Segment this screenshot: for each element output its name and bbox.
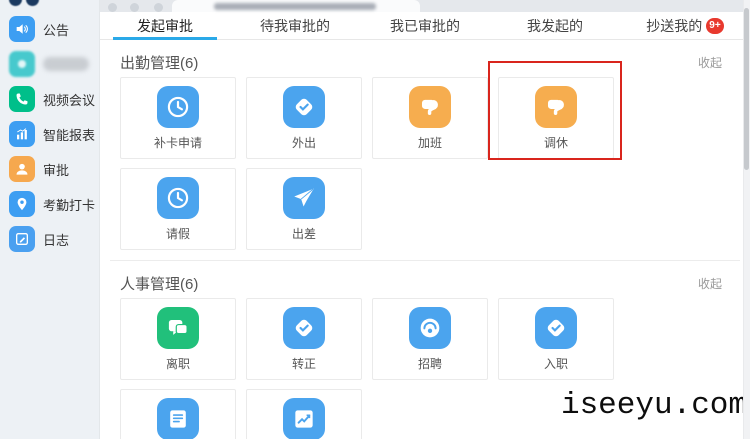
blurred-icon <box>9 51 35 77</box>
bar-chart-icon <box>9 121 35 147</box>
section-divider <box>110 260 740 261</box>
card-recruitment[interactable]: 招聘 <box>372 298 488 380</box>
section-title: 人事管理(6) <box>120 275 199 293</box>
tab-approved-by-me[interactable]: 我已审批的 <box>360 12 490 39</box>
card-salary-adjustment[interactable]: 薪资调整申请 <box>246 389 362 439</box>
sidebar-item-journal[interactable]: 日志 <box>0 226 99 252</box>
headset-icon <box>409 306 451 349</box>
sidebar-item-label: 公告 <box>43 22 70 38</box>
card-label: 调休 <box>543 135 568 150</box>
tab-label: 发起审批 <box>137 17 193 34</box>
card-business-trip[interactable]: 出差 <box>246 168 362 250</box>
collapse-link[interactable]: 收起 <box>698 54 722 71</box>
chart-up-icon <box>283 397 325 439</box>
sidebar-item-label: 智能报表 <box>43 127 96 143</box>
tab-label: 我发起的 <box>527 17 583 34</box>
tab-label: 我已审批的 <box>390 17 460 34</box>
sidebar: 公告 视频会议 智能报表 审批 考勤打卡 日志 <box>0 0 100 439</box>
card-onboarding[interactable]: 入职 <box>498 298 614 380</box>
tab-pending-my-approval[interactable]: 待我审批的 <box>230 12 360 39</box>
app-window: 公告 视频会议 智能报表 审批 考勤打卡 日志 发起审批 待我审批的 我已审批的… <box>0 0 750 439</box>
document-icon <box>157 397 199 439</box>
refresh-button[interactable] <box>154 3 163 12</box>
card-label: 请假 <box>165 226 190 241</box>
sidebar-item-blurred-app[interactable] <box>0 51 99 77</box>
card-going-out[interactable]: 外出 <box>246 77 362 159</box>
approval-tabbar: 发起审批 待我审批的 我已审批的 我发起的 抄送我的 9+ <box>100 12 750 40</box>
sidebar-item-label: 日志 <box>43 232 70 248</box>
tab-label: 抄送我的 <box>646 17 703 34</box>
sidebar-list: 公告 视频会议 智能报表 审批 考勤打卡 日志 <box>0 0 99 252</box>
section-title: 出勤管理(6) <box>120 54 199 72</box>
card-label: 入职 <box>543 356 568 371</box>
sidebar-item-label: 考勤打卡 <box>43 197 96 213</box>
card-resignation[interactable]: 离职 <box>120 298 236 380</box>
window-top-bar <box>100 0 750 12</box>
tab-label: 待我审批的 <box>260 17 330 34</box>
forward-button[interactable] <box>130 3 139 12</box>
video-call-icon <box>9 86 35 112</box>
card-regularization[interactable]: 转正 <box>246 298 362 380</box>
collapse-link[interactable]: 收起 <box>698 275 722 292</box>
card-label: 出差 <box>291 226 316 241</box>
clock-icon <box>157 176 199 219</box>
sidebar-item-approval[interactable]: 审批 <box>0 156 99 182</box>
sidebar-item-label: 视频会议 <box>43 92 96 108</box>
scrollbar-thumb[interactable] <box>744 8 749 170</box>
section-header: 出勤管理(6) 收起 <box>100 53 750 72</box>
tab-initiated-by-me[interactable]: 我发起的 <box>490 12 620 39</box>
chat-icon <box>157 306 199 349</box>
card-label: 招聘 <box>417 356 442 371</box>
watermark-text: iseeyu.com <box>560 388 747 423</box>
card-label: 补卡申请 <box>153 135 202 150</box>
journal-icon <box>9 226 35 252</box>
unread-badge: 9+ <box>706 17 724 34</box>
location-pin-icon <box>9 191 35 217</box>
main-panel: 发起审批 待我审批的 我已审批的 我发起的 抄送我的 9+ iseeyu.com… <box>100 12 750 439</box>
person-icon <box>9 156 35 182</box>
card-leave-request[interactable]: 请假 <box>120 168 236 250</box>
fist-icon <box>535 85 577 128</box>
content-area: iseeyu.com 出勤管理(6) 收起 补卡申请 外出 加班 调休 请假 出… <box>100 40 750 439</box>
sidebar-item-smart-reports[interactable]: 智能报表 <box>0 121 99 147</box>
section-header: 人事管理(6) 收起 <box>100 274 750 293</box>
blurred-label <box>43 57 89 71</box>
window-tab[interactable] <box>172 0 420 12</box>
sidebar-item-video-conference[interactable]: 视频会议 <box>0 86 99 112</box>
card-overtime[interactable]: 加班 <box>372 77 488 159</box>
plane-icon <box>283 176 325 219</box>
fist-icon <box>409 85 451 128</box>
tab-initiate-approval[interactable]: 发起审批 <box>100 12 230 39</box>
clock-icon <box>157 85 199 128</box>
card-compensatory-leave[interactable]: 调休 <box>498 77 614 159</box>
tab-cc-to-me[interactable]: 抄送我的 9+ <box>620 12 750 39</box>
sidebar-item-attendance[interactable]: 考勤打卡 <box>0 191 99 217</box>
vertical-scrollbar[interactable] <box>743 0 750 439</box>
section: 出勤管理(6) 收起 补卡申请 外出 加班 调休 请假 出差 <box>100 53 750 250</box>
card-new-salary-approval[interactable]: 新员工薪资核准 <box>120 389 236 439</box>
card-grid: 补卡申请 外出 加班 调休 请假 出差 <box>100 71 630 250</box>
card-card-replacement[interactable]: 补卡申请 <box>120 77 236 159</box>
speaker-icon <box>9 16 35 42</box>
window-tab-title-blurred <box>214 3 376 10</box>
card-label: 加班 <box>417 135 442 150</box>
sidebar-item-label: 审批 <box>43 162 70 178</box>
card-label: 转正 <box>291 356 316 371</box>
card-label: 离职 <box>165 356 190 371</box>
hand-diamond-icon <box>283 306 325 349</box>
hand-diamond-icon <box>283 85 325 128</box>
hand-diamond-icon <box>535 306 577 349</box>
card-grid: 离职 转正 招聘 入职 新员工薪资核准 薪资调整申请 <box>100 292 630 439</box>
card-label: 外出 <box>291 135 316 150</box>
back-button[interactable] <box>108 3 117 12</box>
sidebar-item-announcement[interactable]: 公告 <box>0 16 99 42</box>
